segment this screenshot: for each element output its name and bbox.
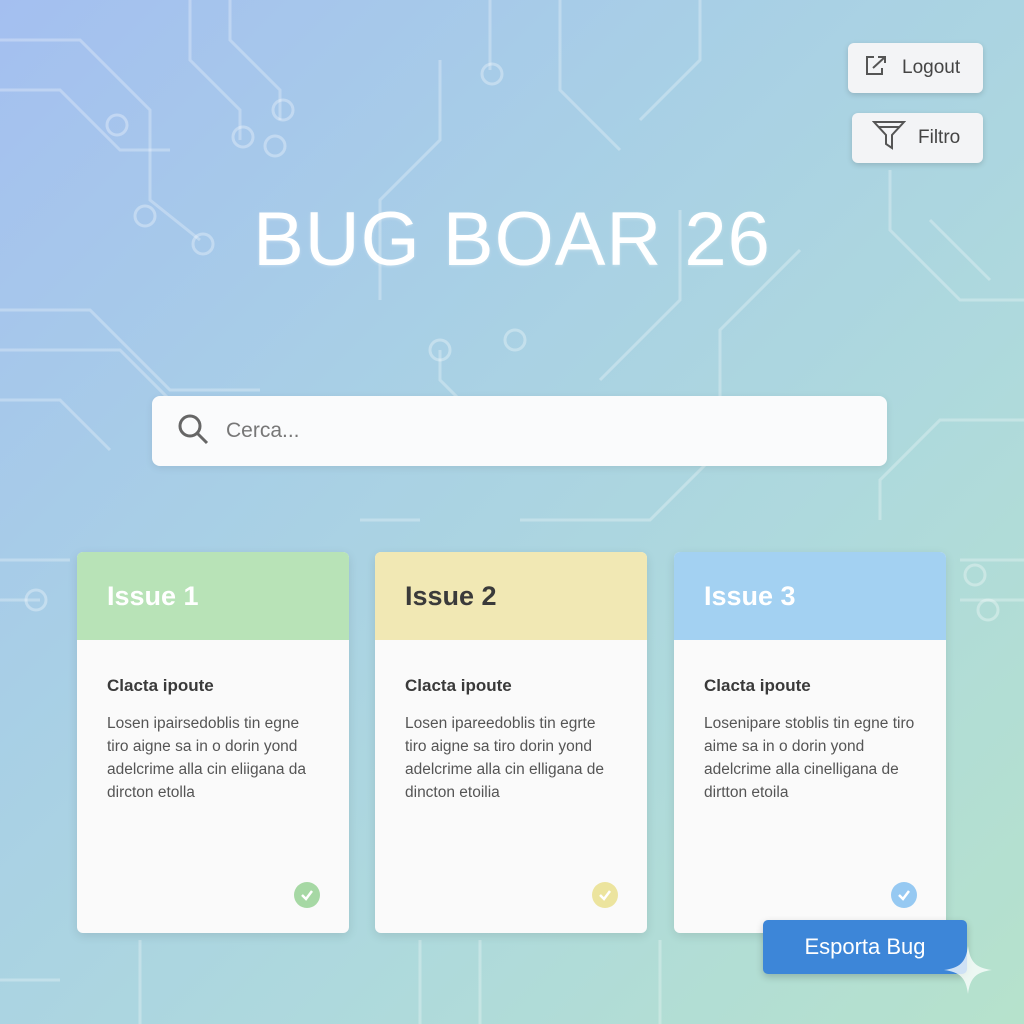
sparkle-icon: [944, 946, 992, 994]
issue-card-title: Issue 1: [107, 580, 199, 611]
issue-card-description: Losen ipairsedoblis tin egne tiro aigne …: [107, 715, 307, 801]
issue-card[interactable]: Issue 3 Clacta ipoute Losenipare stoblis…: [674, 552, 946, 933]
logout-button[interactable]: Logout: [848, 43, 983, 93]
issue-card-header: Issue 3: [674, 552, 946, 640]
check-circle-icon: [592, 882, 618, 908]
issue-card-subtitle: Clacta ipoute: [107, 676, 214, 695]
filter-button[interactable]: Filtro: [852, 113, 983, 163]
issue-card-subtitle: Clacta ipoute: [704, 676, 811, 695]
issue-card-subtitle: Clacta ipoute: [405, 676, 512, 695]
check-circle-icon: [891, 882, 917, 908]
logout-label: Logout: [902, 57, 961, 78]
page-title: BUG BOAR 26: [253, 197, 771, 282]
issue-card-header: Issue 2: [375, 552, 647, 640]
issue-card-description: Losenipare stoblis tin egne tiro aime sa…: [704, 715, 915, 801]
export-bug-button[interactable]: Esporta Bug: [763, 920, 967, 974]
issue-card-description: Losen ipareedoblis tin egrte tiro aigne …: [405, 715, 605, 801]
issue-card-title: Issue 3: [704, 580, 796, 611]
logout-icon: [864, 53, 890, 83]
search-bar[interactable]: [152, 396, 887, 466]
issue-card-title: Issue 2: [405, 580, 497, 611]
issue-card[interactable]: Issue 1 Clacta ipoute Losen ipairsedobli…: [77, 552, 349, 933]
search-icon: [176, 412, 210, 451]
search-input[interactable]: [224, 418, 848, 444]
issue-card-header: Issue 1: [77, 552, 349, 640]
check-circle-icon: [294, 882, 320, 908]
filter-label: Filtro: [918, 127, 961, 148]
issue-card[interactable]: Issue 2 Clacta ipoute Losen ipareedoblis…: [375, 552, 647, 933]
funnel-icon: [871, 119, 907, 157]
